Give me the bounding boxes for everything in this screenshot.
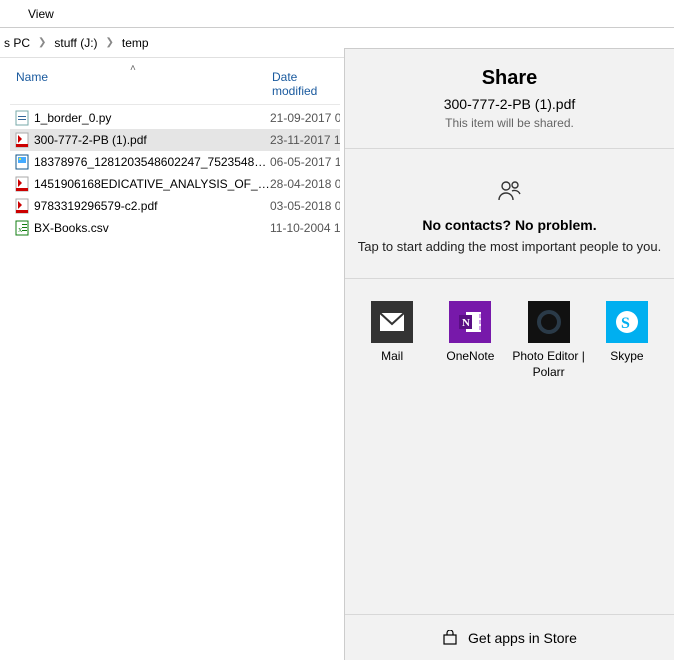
file-row[interactable]: 1_border_0.py21-09-2017 02 [10, 107, 340, 129]
share-header: Share 300-777-2-PB (1).pdf This item wil… [345, 49, 674, 149]
file-type-icon [14, 176, 30, 192]
column-header-name[interactable]: Name [10, 70, 266, 98]
file-name: 9783319296579-c2.pdf [34, 199, 270, 213]
list-header[interactable]: ˄ Name Date modified [10, 64, 340, 105]
file-name: 18378976_1281203548602247_75235487_o... [34, 155, 270, 169]
file-row[interactable]: 300-777-2-PB (1).pdf23-11-2017 11 [10, 129, 340, 151]
share-title: Share [345, 67, 674, 90]
ribbon: View [0, 0, 674, 28]
svg-text:S: S [621, 315, 630, 332]
polarr-icon [528, 301, 570, 343]
column-header-date[interactable]: Date modified [266, 70, 340, 98]
share-app-polarr[interactable]: Photo Editor | Polarr [512, 301, 586, 380]
app-label: Skype [590, 349, 664, 365]
share-note: This item will be shared. [345, 116, 674, 130]
file-row[interactable]: 1451906168EDICATIVE_ANALYSIS_OF_DIA...28… [10, 173, 340, 195]
svg-text:N: N [462, 317, 470, 329]
file-row[interactable]: 9783319296579-c2.pdf03-05-2018 02 [10, 195, 340, 217]
breadcrumb-item[interactable]: s PC [0, 36, 34, 50]
file-type-icon [14, 198, 30, 214]
app-label: OneNote [433, 349, 507, 365]
file-type-icon [14, 110, 30, 126]
sort-indicator-icon: ˄ [130, 63, 136, 74]
file-date: 23-11-2017 11 [270, 133, 340, 147]
file-type-icon: X [14, 220, 30, 236]
breadcrumb-item[interactable]: temp [118, 36, 153, 50]
share-filename: 300-777-2-PB (1).pdf [345, 96, 674, 112]
onenote-icon: N [449, 301, 491, 343]
skype-icon: S [606, 301, 648, 343]
file-row[interactable]: X BX-Books.csv11-10-2004 16 [10, 217, 340, 239]
file-name: BX-Books.csv [34, 221, 270, 235]
app-label: Mail [355, 349, 429, 365]
file-name: 300-777-2-PB (1).pdf [34, 133, 270, 147]
file-row[interactable]: 18378976_1281203548602247_75235487_o...0… [10, 151, 340, 173]
file-date: 06-05-2017 11 [270, 155, 340, 169]
file-name: 1451906168EDICATIVE_ANALYSIS_OF_DIA... [34, 177, 270, 191]
file-type-icon [14, 132, 30, 148]
store-icon [442, 630, 458, 646]
ribbon-tab-view[interactable]: View [20, 3, 62, 25]
file-list: ˄ Name Date modified 1_border_0.py21-09-… [0, 58, 340, 239]
app-label: Photo Editor | Polarr [512, 349, 586, 380]
contacts-section[interactable]: No contacts? No problem. Tap to start ad… [345, 149, 674, 279]
file-date: 21-09-2017 02 [270, 111, 340, 125]
contacts-subtext: Tap to start adding the most important p… [355, 239, 664, 254]
contacts-heading: No contacts? No problem. [355, 217, 664, 233]
file-name: 1_border_0.py [34, 111, 270, 125]
file-date: 28-04-2018 00 [270, 177, 340, 191]
share-apps: Mail N OneNote Photo Editor | Polarr S Skype [345, 279, 674, 402]
store-label: Get apps in Store [468, 630, 577, 646]
breadcrumb-item[interactable]: stuff (J:) [50, 36, 101, 50]
share-panel: Share 300-777-2-PB (1).pdf This item wil… [344, 48, 674, 660]
chevron-right-icon: ❯ [34, 37, 50, 48]
mail-icon [371, 301, 413, 343]
people-icon [497, 179, 523, 207]
chevron-right-icon: ❯ [102, 37, 118, 48]
file-date: 11-10-2004 16 [270, 221, 340, 235]
get-apps-link[interactable]: Get apps in Store [345, 614, 674, 660]
share-app-skype[interactable]: S Skype [590, 301, 664, 380]
file-date: 03-05-2018 02 [270, 199, 340, 213]
share-app-onenote[interactable]: N OneNote [433, 301, 507, 380]
file-type-icon [14, 154, 30, 170]
share-app-mail[interactable]: Mail [355, 301, 429, 380]
